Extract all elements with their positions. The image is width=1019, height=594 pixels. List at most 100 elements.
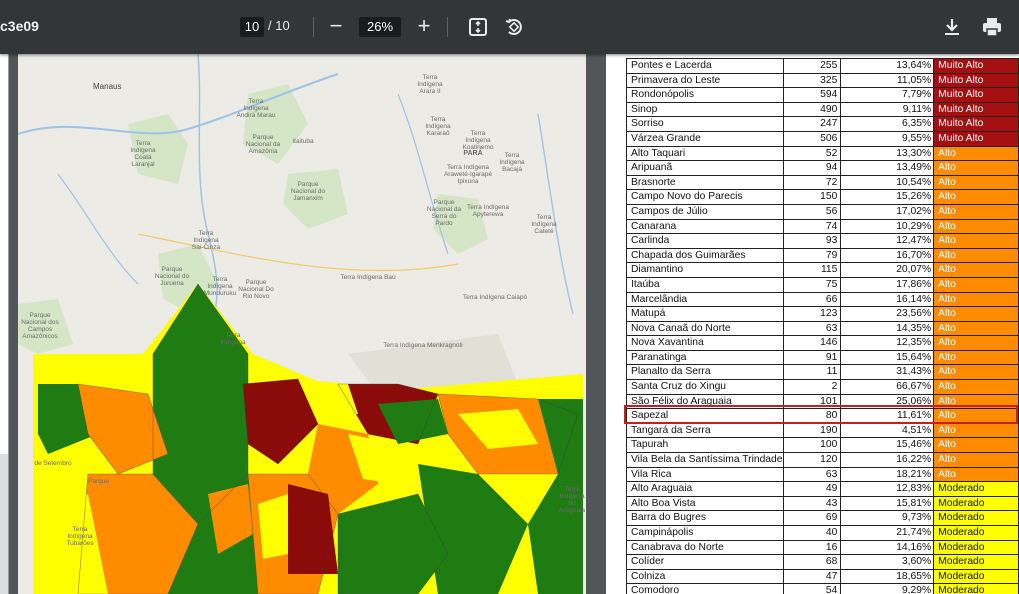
fit-page-icon[interactable] bbox=[466, 15, 490, 39]
count-cell: 91 bbox=[782, 349, 842, 366]
count-cell: 150 bbox=[782, 189, 842, 205]
table-row: Paranatinga 91 15,64% Alto bbox=[626, 349, 1019, 366]
municipality-cell: Sapezal bbox=[626, 408, 784, 424]
table-row: Sorriso 247 6,35% Muito Alto bbox=[626, 116, 1019, 132]
municipality-cell: São Félix do Araguaia bbox=[626, 393, 784, 410]
risk-class-cell: Alto bbox=[933, 364, 1019, 381]
municipality-cell: Campos de Júlio bbox=[626, 203, 784, 220]
municipality-cell: Pontes e Lacerda bbox=[626, 58, 784, 74]
table-row: Colniza 47 18,65% Moderado bbox=[626, 568, 1019, 585]
municipality-cell: Tapurah bbox=[626, 437, 784, 454]
table-row: Vila Rica 63 18,21% Alto bbox=[626, 466, 1019, 483]
municipality-cell: Nova Xavantina bbox=[626, 335, 784, 351]
download-icon[interactable] bbox=[940, 15, 964, 39]
risk-class-cell: Moderado bbox=[933, 554, 1019, 570]
percent-cell: 31,43% bbox=[840, 364, 935, 381]
count-cell: 63 bbox=[782, 320, 842, 337]
risk-class-cell: Alto bbox=[933, 437, 1019, 454]
percent-cell: 16,22% bbox=[840, 452, 935, 468]
risk-class-cell: Muito Alto bbox=[933, 87, 1019, 103]
percent-cell: 3,60% bbox=[840, 554, 935, 570]
page-number-input[interactable]: 10 bbox=[240, 17, 264, 37]
previous-page-edge bbox=[0, 54, 9, 594]
table-body: Pontes e Lacerda 255 13,64% Muito Alto Prima… bbox=[626, 58, 1019, 594]
table-page: Pontes e Lacerda 255 13,64% Muito Alto Prima… bbox=[606, 54, 1019, 594]
table-row: Planalto da Serra 11 31,43% Alto bbox=[626, 364, 1019, 381]
risk-class-cell: Muito Alto bbox=[933, 116, 1019, 132]
table-row: Nova Canaã do Norte 63 14,35% Alto bbox=[626, 320, 1019, 337]
table-row: Campinápolis 40 21,74% Moderado bbox=[626, 525, 1019, 541]
percent-cell: 12,47% bbox=[840, 233, 935, 249]
percent-cell: 10,54% bbox=[840, 174, 935, 191]
map-label: Terra Indígena Caiapó bbox=[462, 294, 528, 301]
toolbar-divider bbox=[447, 17, 448, 37]
count-cell: 146 bbox=[782, 335, 842, 351]
percent-cell: 18,65% bbox=[840, 568, 935, 585]
count-cell: 123 bbox=[782, 306, 842, 322]
map-label: Terra Indígena Kararaô bbox=[425, 116, 451, 137]
municipality-cell: Rondonópolis bbox=[626, 87, 784, 103]
table-row: Rondonópolis 594 7,79% Muito Alto bbox=[626, 87, 1019, 103]
map-label: Terra Indígena Cateté bbox=[531, 214, 557, 235]
risk-class-cell: Alto bbox=[933, 452, 1019, 468]
table-row: Tapurah 100 15,46% Alto bbox=[626, 437, 1019, 454]
choropleth-map bbox=[18, 54, 586, 594]
municipality-cell: Santa Cruz do Xingu bbox=[626, 379, 784, 395]
municipality-cell: Planalto da Serra bbox=[626, 364, 784, 381]
percent-cell: 15,46% bbox=[840, 437, 935, 454]
map-label: Itaituba bbox=[292, 138, 314, 145]
pdf-toolbar: c3e09 10 / 10 − 26% + bbox=[0, 0, 1019, 54]
table-row: Sinop 490 9,11% Muito Alto bbox=[626, 101, 1019, 118]
count-cell: 80 bbox=[782, 408, 842, 424]
table-row: Diamantino 115 20,07% Alto bbox=[626, 262, 1019, 278]
count-cell: 66 bbox=[782, 291, 842, 308]
risk-class-cell: Alto bbox=[933, 422, 1019, 439]
map-label: PARÁ bbox=[463, 150, 483, 157]
table-row: Itaúba 75 17,86% Alto bbox=[626, 276, 1019, 293]
table-row: Colíder 68 3,60% Moderado bbox=[626, 554, 1019, 570]
municipality-cell: Sorriso bbox=[626, 116, 784, 132]
risk-class-cell: Alto bbox=[933, 306, 1019, 322]
print-icon[interactable] bbox=[980, 15, 1004, 39]
municipality-cell: Campinápolis bbox=[626, 525, 784, 541]
zoom-out-button[interactable]: − bbox=[324, 13, 348, 41]
map-label: Parque bbox=[88, 478, 109, 485]
percent-cell: 16,70% bbox=[840, 247, 935, 264]
municipality-cell: Aripuanã bbox=[626, 160, 784, 176]
municipality-cell: Canabrava do Norte bbox=[626, 539, 784, 556]
count-cell: 325 bbox=[782, 72, 842, 89]
map-label: Terra Indígena Araweté-Igarapé Ipixuna bbox=[443, 164, 493, 185]
count-cell: 63 bbox=[782, 466, 842, 483]
table-row: Campos de Júlio 56 17,02% Alto bbox=[626, 203, 1019, 220]
table-row: Pontes e Lacerda 255 13,64% Muito Alto bbox=[626, 58, 1019, 74]
table-row: Brasnorte 72 10,54% Alto bbox=[626, 174, 1019, 191]
percent-cell: 15,26% bbox=[840, 189, 935, 205]
map-label: Parque Nacional da Amazônia bbox=[245, 134, 281, 155]
count-cell: 16 bbox=[782, 539, 842, 556]
municipality-cell: Colíder bbox=[626, 554, 784, 570]
table-row: Vila Bela da Santíssima Trindade 120 16,22… bbox=[626, 452, 1019, 468]
count-cell: 47 bbox=[782, 568, 842, 585]
percent-cell: 11,05% bbox=[840, 72, 935, 89]
risk-class-cell: Alto bbox=[933, 291, 1019, 308]
zoom-level-input[interactable]: 26% bbox=[359, 17, 401, 37]
percent-cell: 13,30% bbox=[840, 145, 935, 162]
count-cell: 115 bbox=[782, 262, 842, 278]
risk-class-cell: Alto bbox=[933, 262, 1019, 278]
percent-cell: 13,49% bbox=[840, 160, 935, 176]
count-cell: 43 bbox=[782, 495, 842, 512]
municipality-cell: Campo Novo do Parecis bbox=[626, 189, 784, 205]
municipality-cell: Barra do Bugres bbox=[626, 510, 784, 526]
table-row: Nova Xavantina 146 12,35% Alto bbox=[626, 335, 1019, 351]
risk-class-cell: Muito Alto bbox=[933, 101, 1019, 118]
document-title: c3e09 bbox=[0, 18, 39, 34]
count-cell: 101 bbox=[782, 393, 842, 410]
risk-class-cell: Moderado bbox=[933, 481, 1019, 497]
municipality-cell: Marcelândia bbox=[626, 291, 784, 308]
percent-cell: 9,29% bbox=[840, 583, 935, 594]
zoom-in-button[interactable]: + bbox=[412, 13, 436, 41]
risk-class-cell: Alto bbox=[933, 174, 1019, 191]
municipality-cell: Vila Bela da Santíssima Trindade bbox=[626, 452, 784, 468]
count-cell: 120 bbox=[782, 452, 842, 468]
rotate-icon[interactable] bbox=[502, 15, 526, 39]
